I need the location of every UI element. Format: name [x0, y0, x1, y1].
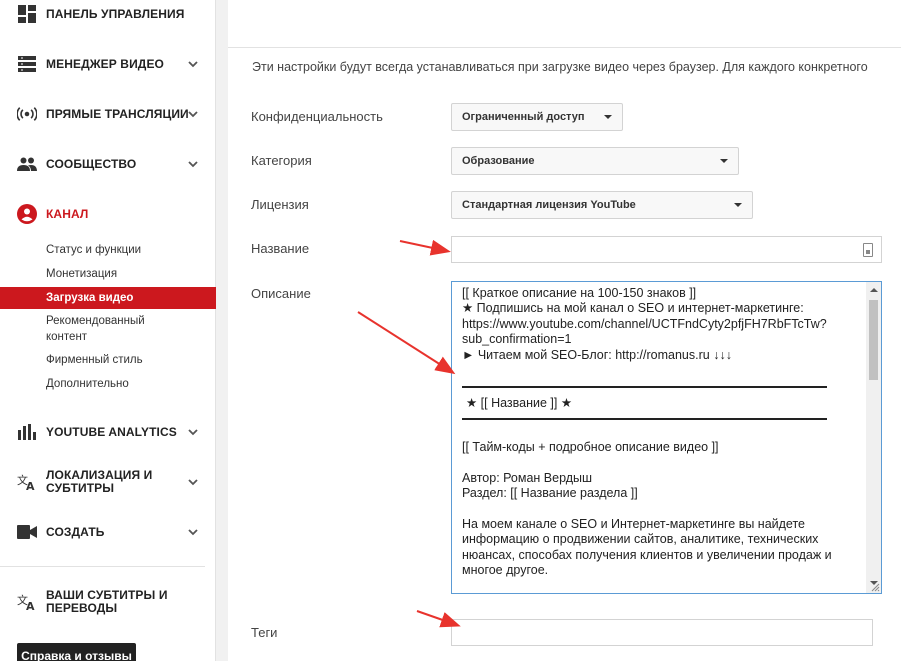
privacy-label: Конфиденциальность [251, 109, 383, 124]
live-broadcast-icon [17, 104, 37, 124]
sidebar-item-label: МЕНЕДЖЕР ВИДЕО [46, 56, 164, 71]
subtitles-translate-icon: 文A [17, 592, 37, 612]
sidebar-subitem-upload-defaults[interactable]: Загрузка видео [0, 287, 216, 309]
sidebar-item-channel[interactable]: КАНАЛ [0, 194, 216, 234]
license-label: Лицензия [251, 197, 309, 212]
title-label: Название [251, 241, 310, 256]
sidebar-item-analytics[interactable]: YOUTUBE ANALYTICS [0, 412, 216, 452]
analytics-icon [17, 422, 37, 442]
sidebar-item-label: СООБЩЕСТВО [46, 156, 137, 171]
sidebar-item-label: СОЗДАТЬ [46, 524, 105, 539]
description-separator [462, 418, 827, 420]
caret-down-icon [734, 203, 742, 207]
community-icon [17, 154, 37, 174]
sidebar-item-create[interactable]: СОЗДАТЬ [0, 512, 216, 552]
sidebar-subitem-label: Фирменный стиль [46, 354, 143, 366]
chevron-down-icon[interactable] [186, 57, 200, 71]
category-label: Категория [251, 153, 312, 168]
chevron-down-icon[interactable] [186, 425, 200, 439]
sidebar-item-label: ЛОКАЛИЗАЦИЯ И СУБТИТРЫ [46, 468, 153, 495]
channel-icon [17, 204, 37, 224]
svg-text:A: A [26, 480, 35, 491]
sidebar-subitem-featured-content[interactable]: Рекомендованный контент [0, 312, 170, 346]
sidebar-subitem-branding[interactable]: Фирменный стиль [0, 350, 216, 370]
help-feedback-button[interactable]: Справка и отзывы [17, 643, 136, 661]
sidebar-item-your-subtitles[interactable]: 文A ВАШИ СУБТИТРЫ И ПЕРЕВОДЫ [0, 582, 216, 622]
sidebar-item-label: YOUTUBE ANALYTICS [46, 424, 177, 439]
description-scrollbar[interactable] [866, 282, 881, 593]
title-input[interactable] [451, 236, 882, 263]
sidebar-subitem-label: Загрузка видео [46, 292, 134, 304]
sidebar-item-community[interactable]: СООБЩЕСТВО [0, 144, 216, 184]
video-manager-icon [17, 54, 37, 74]
license-value: Стандартная лицензия YouTube [462, 199, 636, 211]
description-separator [462, 386, 827, 388]
category-select[interactable]: Образование [451, 147, 739, 175]
privacy-select[interactable]: Ограниченный доступ [451, 103, 623, 131]
description-text-body: [[ Тайм-коды + подробное описание видео … [462, 440, 832, 578]
chevron-down-icon[interactable] [186, 475, 200, 489]
chevron-down-icon[interactable] [186, 525, 200, 539]
sidebar-item-label: ВАШИ СУБТИТРЫ И ПЕРЕВОДЫ [46, 588, 168, 615]
sidebar-subitem-monetization[interactable]: Монетизация [0, 264, 216, 284]
sidebar-item-live[interactable]: ПРЯМЫЕ ТРАНСЛЯЦИИ [0, 94, 216, 134]
category-value: Образование [462, 155, 535, 167]
description-textarea[interactable]: [[ Краткое описание на 100-150 знаков ]]… [451, 281, 882, 594]
tags-label: Теги [251, 625, 278, 640]
sidebar-item-localization[interactable]: 文A ЛОКАЛИЗАЦИЯ И СУБТИТРЫ [0, 462, 216, 502]
privacy-value: Ограниченный доступ [462, 111, 585, 123]
sidebar-subitem-label: Статус и функции [46, 244, 142, 256]
sidebar-subitem-advanced[interactable]: Дополнительно [0, 374, 216, 394]
sidebar-item-label: ПАНЕЛЬ УПРАВЛЕНИЯ [46, 6, 185, 21]
field-options-icon[interactable] [863, 243, 873, 257]
sidebar-subitem-label: Монетизация [46, 268, 118, 280]
sidebar-item-video-manager[interactable]: МЕНЕДЖЕР ВИДЕО [0, 44, 216, 84]
sidebar-item-label: ПРЯМЫЕ ТРАНСЛЯЦИИ [46, 106, 189, 121]
scrollbar-thumb[interactable] [869, 300, 878, 380]
header-strip [228, 0, 901, 48]
scroll-up-icon[interactable] [870, 288, 878, 292]
description-text-intro: [[ Краткое описание на 100-150 знаков ]]… [462, 286, 827, 362]
create-video-icon [17, 522, 37, 542]
dashboard-icon [17, 4, 37, 24]
sidebar-subitem-label: Дополнительно [46, 378, 129, 390]
sidebar-subitem-status[interactable]: Статус и функции [0, 240, 216, 260]
caret-down-icon [720, 159, 728, 163]
sidebar: ПАНЕЛЬ УПРАВЛЕНИЯ МЕНЕДЖЕР ВИДЕО ПРЯМЫЕ … [0, 0, 216, 661]
tags-input[interactable] [451, 619, 873, 646]
upload-defaults-panel: Эти настройки будут всегда устанавливать… [228, 0, 901, 661]
sidebar-item-dashboard[interactable]: ПАНЕЛЬ УПРАВЛЕНИЯ [0, 0, 216, 34]
sidebar-divider [0, 566, 205, 567]
resize-grip-icon[interactable] [870, 582, 880, 592]
license-select[interactable]: Стандартная лицензия YouTube [451, 191, 753, 219]
description-label: Описание [251, 286, 311, 301]
sidebar-subitem-label: Рекомендованный контент [46, 315, 145, 343]
sidebar-item-label: КАНАЛ [46, 206, 89, 221]
svg-text:A: A [26, 600, 35, 611]
intro-text: Эти настройки будут всегда устанавливать… [252, 60, 868, 74]
translate-icon: 文A [17, 472, 37, 492]
chevron-down-icon[interactable] [186, 157, 200, 171]
description-text-title: ★ [[ Название ]] ★ [466, 396, 573, 410]
caret-down-icon [604, 115, 612, 119]
chevron-down-icon[interactable] [186, 107, 200, 121]
